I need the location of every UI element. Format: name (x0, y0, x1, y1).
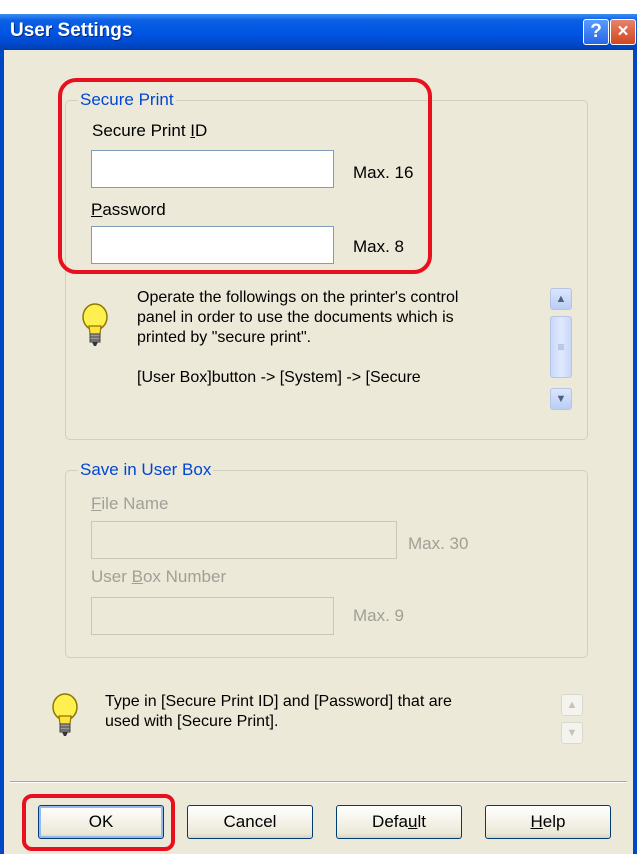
secure-print-id-input[interactable] (91, 150, 334, 188)
hint-scrollbar: ▲ ▼ (561, 694, 583, 746)
arrow-up-icon: ▲ (566, 699, 578, 711)
secure-print-id-max: Max. 16 (353, 163, 414, 182)
hint-scroll-down-button: ▼ (561, 722, 583, 744)
scroll-down-button[interactable]: ▼ (550, 388, 572, 410)
user-box-number-max: Max. 9 (353, 606, 405, 625)
file-name-max: Max. 30 (408, 534, 469, 553)
close-icon: × (617, 21, 629, 42)
password-input[interactable] (91, 226, 334, 264)
hint-lightbulb-icon (52, 693, 78, 736)
help-title-button[interactable]: ? (583, 19, 609, 45)
close-button[interactable]: × (610, 19, 636, 45)
user-box-number-input (91, 597, 334, 635)
arrow-down-icon: ▼ (566, 727, 578, 739)
default-button[interactable]: Default (336, 805, 462, 839)
question-icon: ? (590, 21, 602, 42)
info-scrollbar[interactable]: ▲ ≡ ▼ (550, 288, 572, 412)
secure-print-id-label: Secure Print ID (92, 121, 208, 140)
lightbulb-icon (82, 303, 108, 346)
hint-text: Type in [Secure Print ID] and [Password]… (105, 693, 452, 730)
arrow-up-icon: ▲ (555, 293, 567, 305)
secure-print-info-text: Operate the followings on the printer's … (137, 289, 459, 386)
user-box-number-label: User Box Number (91, 567, 227, 586)
arrow-down-icon: ▼ (555, 393, 567, 405)
password-label: Password (91, 200, 166, 219)
save-in-user-box-group-label: Save in User Box (78, 460, 214, 480)
scroll-thumb[interactable]: ≡ (550, 316, 572, 378)
hint-scroll-up-button: ▲ (561, 694, 583, 716)
file-name-input (91, 521, 397, 559)
title-bar: User Settings ? × (0, 14, 637, 50)
ok-button[interactable]: OK (38, 805, 164, 839)
password-max: Max. 8 (353, 237, 405, 256)
help-button[interactable]: Help (485, 805, 611, 839)
divider (10, 781, 627, 783)
scroll-up-button[interactable]: ▲ (550, 288, 572, 310)
secure-print-group-label: Secure Print (78, 90, 176, 110)
file-name-label: File Name (91, 494, 169, 513)
window-title: User Settings (10, 20, 133, 41)
cancel-button[interactable]: Cancel (187, 805, 313, 839)
